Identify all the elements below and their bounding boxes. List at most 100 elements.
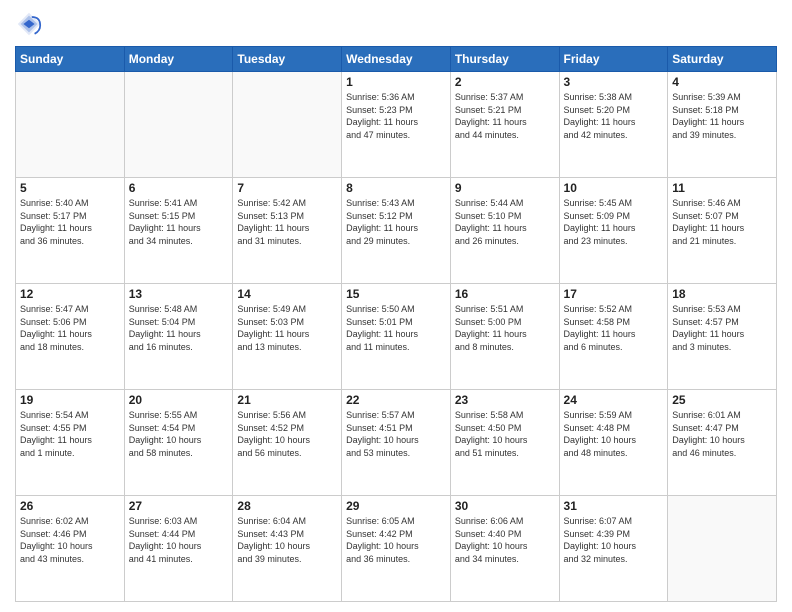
header: [15, 10, 777, 38]
day-info: Sunrise: 5:37 AMSunset: 5:21 PMDaylight:…: [455, 91, 555, 141]
weekday-header-sunday: Sunday: [16, 47, 125, 72]
day-number: 6: [129, 181, 229, 195]
day-number: 22: [346, 393, 446, 407]
day-info: Sunrise: 5:36 AMSunset: 5:23 PMDaylight:…: [346, 91, 446, 141]
day-number: 10: [564, 181, 664, 195]
day-info: Sunrise: 6:02 AMSunset: 4:46 PMDaylight:…: [20, 515, 120, 565]
day-number: 7: [237, 181, 337, 195]
day-info: Sunrise: 5:48 AMSunset: 5:04 PMDaylight:…: [129, 303, 229, 353]
week-row-2: 5Sunrise: 5:40 AMSunset: 5:17 PMDaylight…: [16, 178, 777, 284]
empty-cell: [124, 72, 233, 178]
day-number: 16: [455, 287, 555, 301]
day-info: Sunrise: 5:57 AMSunset: 4:51 PMDaylight:…: [346, 409, 446, 459]
day-cell-11: 11 Sunrise: 5:46 AMSunset: 5:07 PMDayligh…: [668, 178, 777, 284]
day-number: 15: [346, 287, 446, 301]
day-number: 24: [564, 393, 664, 407]
day-number: 19: [20, 393, 120, 407]
day-info: Sunrise: 5:52 AMSunset: 4:58 PMDaylight:…: [564, 303, 664, 353]
day-cell-24: 24 Sunrise: 5:59 AMSunset: 4:48 PMDayligh…: [559, 390, 668, 496]
day-number: 21: [237, 393, 337, 407]
day-cell-21: 21Sunrise: 5:56 AMSunset: 4:52 PMDayligh…: [233, 390, 342, 496]
day-info: Sunrise: 5:50 AMSunset: 5:01 PMDaylight:…: [346, 303, 446, 353]
day-info: Sunrise: 5:49 AMSunset: 5:03 PMDaylight:…: [237, 303, 337, 353]
day-number: 25: [672, 393, 772, 407]
day-cell-22: 22 Sunrise: 5:57 AMSunset: 4:51 PMDayligh…: [342, 390, 451, 496]
day-info: Sunrise: 5:39 AMSunset: 5:18 PMDaylight:…: [672, 91, 772, 141]
weekday-header-tuesday: Tuesday: [233, 47, 342, 72]
day-cell-19: 19 Sunrise: 5:54 AMSunset: 4:55 PMDayligh…: [16, 390, 125, 496]
day-info: Sunrise: 5:55 AMSunset: 4:54 PMDaylight:…: [129, 409, 229, 459]
day-number: 9: [455, 181, 555, 195]
day-cell-7: 7 Sunrise: 5:42 AMSunset: 5:13 PMDaylight…: [233, 178, 342, 284]
day-number: 28: [237, 499, 337, 513]
day-cell-20: 20 Sunrise: 5:55 AMSunset: 4:54 PMDayligh…: [124, 390, 233, 496]
day-info: Sunrise: 5:45 AMSunset: 5:09 PMDaylight:…: [564, 197, 664, 247]
day-number: 17: [564, 287, 664, 301]
day-info: Sunrise: 5:47 AMSunset: 5:06 PMDaylight:…: [20, 303, 120, 353]
week-row-4: 19 Sunrise: 5:54 AMSunset: 4:55 PMDayligh…: [16, 390, 777, 496]
weekday-header-row: SundayMondayTuesdayWednesdayThursdayFrid…: [16, 47, 777, 72]
day-info: Sunrise: 5:42 AMSunset: 5:13 PMDaylight:…: [237, 197, 337, 247]
day-cell-8: 8 Sunrise: 5:43 AMSunset: 5:12 PMDaylight…: [342, 178, 451, 284]
day-info: Sunrise: 6:01 AMSunset: 4:47 PMDaylight:…: [672, 409, 772, 459]
day-number: 20: [129, 393, 229, 407]
day-number: 12: [20, 287, 120, 301]
day-cell-14: 14 Sunrise: 5:49 AMSunset: 5:03 PMDayligh…: [233, 284, 342, 390]
day-cell-9: 9 Sunrise: 5:44 AMSunset: 5:10 PMDaylight…: [450, 178, 559, 284]
day-number: 30: [455, 499, 555, 513]
day-number: 29: [346, 499, 446, 513]
day-number: 26: [20, 499, 120, 513]
day-cell-28: 28 Sunrise: 6:04 AMSunset: 4:43 PMDayligh…: [233, 496, 342, 602]
week-row-5: 26 Sunrise: 6:02 AMSunset: 4:46 PMDayligh…: [16, 496, 777, 602]
day-cell-26: 26 Sunrise: 6:02 AMSunset: 4:46 PMDayligh…: [16, 496, 125, 602]
week-row-3: 12 Sunrise: 5:47 AMSunset: 5:06 PMDayligh…: [16, 284, 777, 390]
weekday-header-thursday: Thursday: [450, 47, 559, 72]
day-info: Sunrise: 5:53 AMSunset: 4:57 PMDaylight:…: [672, 303, 772, 353]
day-info: Sunrise: 5:41 AMSunset: 5:15 PMDaylight:…: [129, 197, 229, 247]
day-cell-12: 12 Sunrise: 5:47 AMSunset: 5:06 PMDayligh…: [16, 284, 125, 390]
day-number: 2: [455, 75, 555, 89]
day-cell-2: 2 Sunrise: 5:37 AMSunset: 5:21 PMDaylight…: [450, 72, 559, 178]
day-cell-23: 23 Sunrise: 5:58 AMSunset: 4:50 PMDayligh…: [450, 390, 559, 496]
day-info: Sunrise: 6:07 AMSunset: 4:39 PMDaylight:…: [564, 515, 664, 565]
day-cell-25: 25 Sunrise: 6:01 AMSunset: 4:47 PMDayligh…: [668, 390, 777, 496]
day-cell-1: 1 Sunrise: 5:36 AMSunset: 5:23 PMDaylight…: [342, 72, 451, 178]
day-cell-17: 17 Sunrise: 5:52 AMSunset: 4:58 PMDayligh…: [559, 284, 668, 390]
day-cell-5: 5Sunrise: 5:40 AMSunset: 5:17 PMDaylight…: [16, 178, 125, 284]
day-info: Sunrise: 6:05 AMSunset: 4:42 PMDaylight:…: [346, 515, 446, 565]
day-cell-6: 6 Sunrise: 5:41 AMSunset: 5:15 PMDaylight…: [124, 178, 233, 284]
day-cell-18: 18Sunrise: 5:53 AMSunset: 4:57 PMDayligh…: [668, 284, 777, 390]
day-number: 8: [346, 181, 446, 195]
day-number: 31: [564, 499, 664, 513]
page: SundayMondayTuesdayWednesdayThursdayFrid…: [0, 0, 792, 612]
day-number: 14: [237, 287, 337, 301]
day-cell-30: 30 Sunrise: 6:06 AMSunset: 4:40 PMDayligh…: [450, 496, 559, 602]
day-cell-27: 27Sunrise: 6:03 AMSunset: 4:44 PMDayligh…: [124, 496, 233, 602]
day-info: Sunrise: 5:59 AMSunset: 4:48 PMDaylight:…: [564, 409, 664, 459]
empty-cell: [668, 496, 777, 602]
day-number: 4: [672, 75, 772, 89]
day-cell-4: 4 Sunrise: 5:39 AMSunset: 5:18 PMDaylight…: [668, 72, 777, 178]
day-cell-10: 10 Sunrise: 5:45 AMSunset: 5:09 PMDayligh…: [559, 178, 668, 284]
day-info: Sunrise: 5:58 AMSunset: 4:50 PMDaylight:…: [455, 409, 555, 459]
day-info: Sunrise: 6:04 AMSunset: 4:43 PMDaylight:…: [237, 515, 337, 565]
day-number: 3: [564, 75, 664, 89]
day-number: 11: [672, 181, 772, 195]
weekday-header-wednesday: Wednesday: [342, 47, 451, 72]
empty-cell: [233, 72, 342, 178]
day-info: Sunrise: 5:51 AMSunset: 5:00 PMDaylight:…: [455, 303, 555, 353]
day-info: Sunrise: 5:43 AMSunset: 5:12 PMDaylight:…: [346, 197, 446, 247]
day-info: Sunrise: 5:54 AMSunset: 4:55 PMDaylight:…: [20, 409, 120, 459]
day-number: 1: [346, 75, 446, 89]
day-info: Sunrise: 5:44 AMSunset: 5:10 PMDaylight:…: [455, 197, 555, 247]
logo: [15, 10, 47, 38]
day-cell-13: 13Sunrise: 5:48 AMSunset: 5:04 PMDayligh…: [124, 284, 233, 390]
day-info: Sunrise: 6:06 AMSunset: 4:40 PMDaylight:…: [455, 515, 555, 565]
day-info: Sunrise: 5:40 AMSunset: 5:17 PMDaylight:…: [20, 197, 120, 247]
day-cell-31: 31 Sunrise: 6:07 AMSunset: 4:39 PMDayligh…: [559, 496, 668, 602]
day-number: 23: [455, 393, 555, 407]
day-info: Sunrise: 5:46 AMSunset: 5:07 PMDaylight:…: [672, 197, 772, 247]
day-info: Sunrise: 6:03 AMSunset: 4:44 PMDaylight:…: [129, 515, 229, 565]
empty-cell: [16, 72, 125, 178]
day-info: Sunrise: 5:38 AMSunset: 5:20 PMDaylight:…: [564, 91, 664, 141]
